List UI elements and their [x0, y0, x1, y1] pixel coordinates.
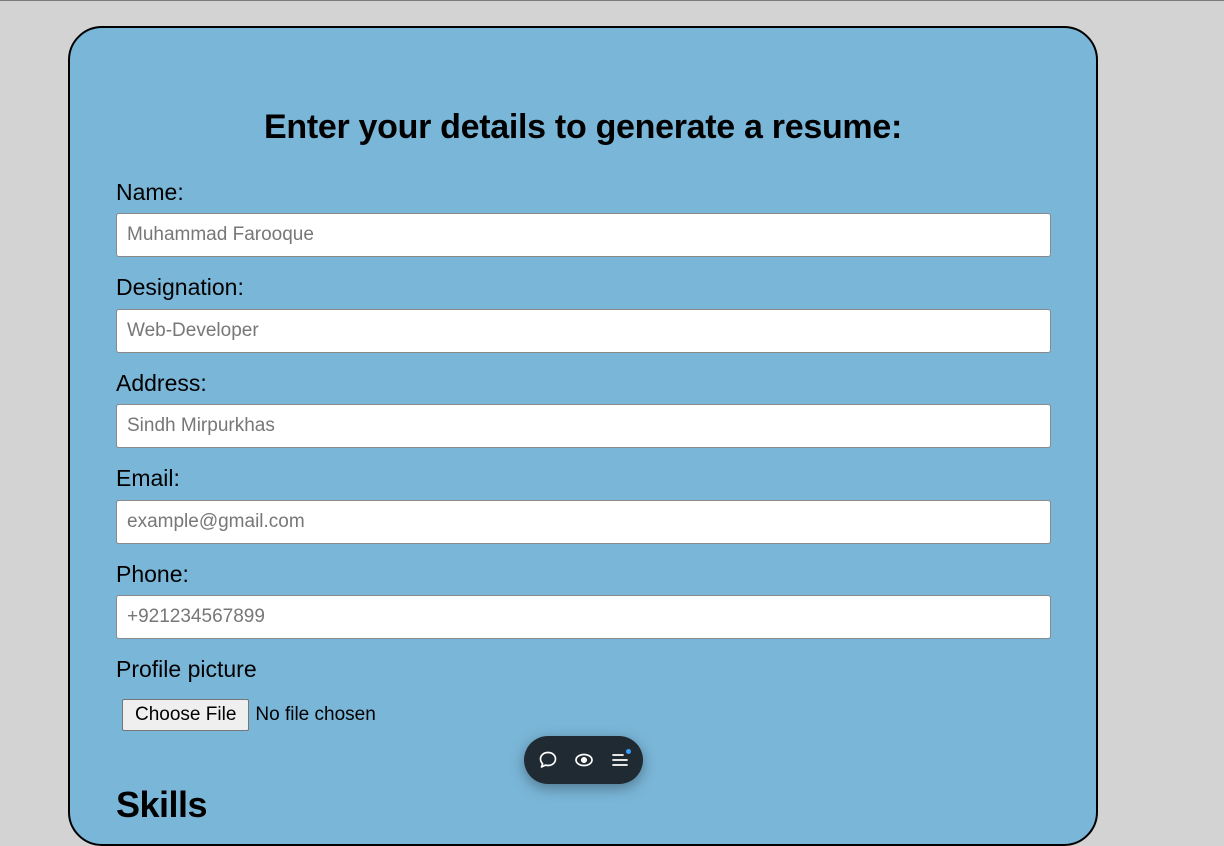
email-label: Email:	[116, 465, 180, 491]
menu-icon[interactable]	[607, 747, 633, 773]
designation-label: Designation:	[116, 274, 244, 300]
email-input[interactable]	[116, 500, 1051, 544]
address-label: Address:	[116, 370, 207, 396]
phone-label: Phone:	[116, 561, 189, 587]
top-border	[0, 0, 1224, 1]
floating-toolbar	[524, 736, 643, 784]
name-input[interactable]	[116, 213, 1051, 257]
name-label: Name:	[116, 179, 184, 205]
notification-dot	[625, 749, 631, 754]
comment-icon[interactable]	[535, 747, 561, 773]
profile-picture-file-input: Choose File No file chosen	[122, 699, 376, 731]
resume-form-card: Enter your details to generate a resume:…	[68, 26, 1098, 846]
phone-input[interactable]	[116, 595, 1051, 639]
choose-file-button[interactable]: Choose File	[122, 699, 250, 731]
file-status-text: No file chosen	[255, 704, 376, 725]
profile-picture-label: Profile picture	[116, 656, 257, 682]
skills-heading: Skills	[116, 784, 208, 825]
address-input[interactable]	[116, 404, 1051, 448]
designation-input[interactable]	[116, 309, 1051, 353]
form-heading: Enter your details to generate a resume:	[264, 108, 902, 146]
eye-icon[interactable]	[571, 747, 597, 773]
